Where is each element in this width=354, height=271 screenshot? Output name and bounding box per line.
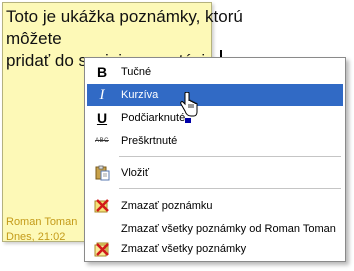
italic-icon: I xyxy=(99,86,105,103)
menu-item-label: Podčiarknuté xyxy=(121,112,186,124)
menu-item-label: Kurzíva xyxy=(121,89,159,101)
menu-item-delete-note[interactable]: Zmazať poznámku xyxy=(87,195,343,217)
menu-item-label: Preškrtnuté xyxy=(121,135,178,147)
hand-cursor-icon xyxy=(180,92,198,117)
note-date: Dnes, 21:02 xyxy=(6,231,66,243)
menu-item-bold[interactable]: B Tučné xyxy=(87,61,343,83)
menu-item-delete-all-by-author[interactable]: Zmazať všetky poznámky od Roman Toman xyxy=(87,218,343,240)
bold-icon: B xyxy=(96,64,108,80)
menu-item-italic[interactable]: I Kurzíva xyxy=(87,84,343,106)
menu-separator xyxy=(119,188,341,189)
menu-item-label: Tučné xyxy=(121,66,152,78)
underline-icon: U xyxy=(96,110,108,126)
menu-item-delete-all[interactable]: Zmazať všetky poznámky xyxy=(87,238,343,260)
note-author: Roman Toman xyxy=(6,216,78,228)
delete-note-icon xyxy=(90,198,114,214)
menu-item-paste[interactable]: Vložiť xyxy=(87,162,343,184)
menu-item-label: Zmazať všetky poznámky xyxy=(121,243,247,255)
menu-item-strikethrough[interactable]: ABC Preškrtnuté xyxy=(87,130,343,152)
menu-item-label: Zmazať všetky poznámky od Roman Toman xyxy=(121,223,336,235)
delete-all-notes-icon xyxy=(90,241,114,257)
cursor-marker xyxy=(185,118,191,123)
menu-item-underline[interactable]: U Podčiarknuté xyxy=(87,107,343,129)
menu-separator xyxy=(119,156,341,157)
paste-icon xyxy=(90,165,114,181)
strikethrough-icon: ABC xyxy=(95,138,109,144)
menu-item-label: Vložiť xyxy=(121,167,149,179)
context-menu: B Tučné I Kurzíva U Podčiarknuté ABC Pre… xyxy=(84,57,346,262)
menu-item-label: Zmazať poznámku xyxy=(121,200,213,212)
